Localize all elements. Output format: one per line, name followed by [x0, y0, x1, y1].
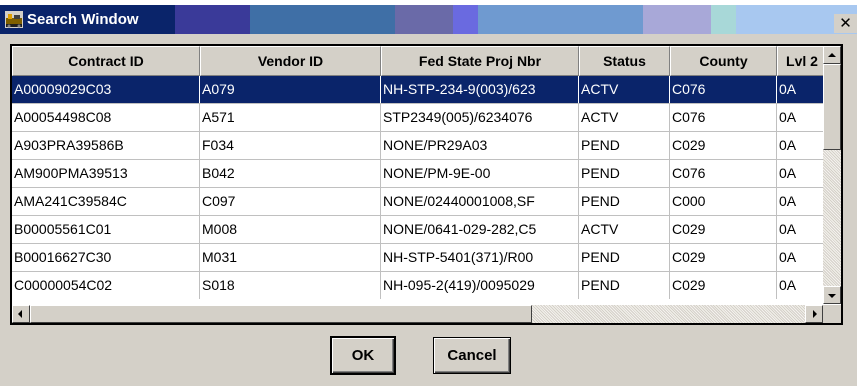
table-cell: ACTV [579, 216, 670, 243]
grid-viewport: Contract ID Vendor ID Fed State Proj Nbr St… [12, 46, 841, 323]
close-icon: ✕ [839, 14, 852, 32]
table-cell: NONE/PR29A03 [381, 132, 579, 159]
table-cell: S018 [200, 272, 381, 299]
table-cell: F034 [200, 132, 381, 159]
table-cell: NONE/PM-9E-00 [381, 160, 579, 187]
table-cell: PEND [579, 160, 670, 187]
table-cell: ACTV [579, 76, 670, 103]
arrow-right-icon [813, 310, 817, 318]
table-cell: C00000054C02 [12, 272, 200, 299]
title-bar-gradient [643, 5, 711, 34]
table-cell: NH-STP-5401(371)/R00 [381, 244, 579, 271]
title-bar[interactable]: Search Window ✕ [0, 5, 857, 34]
title-bar-gradient [453, 5, 478, 34]
table-row[interactable]: B00016627C30 M031 NH-STP-5401(371)/R00 PEND… [12, 244, 841, 272]
window-title: Search Window [27, 11, 139, 28]
table-cell: A00054498C08 [12, 104, 200, 131]
table-cell: A903PRA39586B [12, 132, 200, 159]
table-cell: A571 [200, 104, 381, 131]
table-cell: NONE/0641-029-282,C5 [381, 216, 579, 243]
table-cell: C029 [670, 272, 777, 299]
table-cell: C076 [670, 160, 777, 187]
title-bar-gradient [250, 5, 395, 34]
grid-header: Contract ID Vendor ID Fed State Proj Nbr St… [12, 46, 841, 76]
table-row[interactable]: A00009029C03 A079 NH-STP-234-9(003)/623 ACT… [12, 76, 841, 104]
table-cell: M008 [200, 216, 381, 243]
arrow-left-icon [18, 310, 22, 318]
scroll-down-button[interactable] [823, 286, 841, 304]
table-cell: 0A [777, 132, 827, 159]
column-header[interactable]: County [670, 46, 777, 76]
title-bar-gradient [175, 5, 250, 34]
table-cell: M031 [200, 244, 381, 271]
table-cell: ACTV [579, 104, 670, 131]
column-header[interactable]: Vendor ID [200, 46, 381, 76]
arrow-down-icon [828, 294, 836, 298]
table-cell: C076 [670, 104, 777, 131]
table-cell: 0A [777, 216, 827, 243]
table-row[interactable]: AM900PMA39513 B042 NONE/PM-9E-00 PEND C076 0A [12, 160, 841, 188]
arrow-up-icon [828, 53, 836, 57]
table-row[interactable]: AMA241C39584C C097 NONE/02440001008,SF PEND… [12, 188, 841, 216]
vertical-scrollbar[interactable] [823, 46, 841, 304]
table-cell: NH-STP-234-9(003)/623 [381, 76, 579, 103]
table-cell: C076 [670, 76, 777, 103]
scroll-left-button[interactable] [12, 305, 30, 323]
table-cell: 0A [777, 76, 827, 103]
table-cell: C029 [670, 244, 777, 271]
column-header[interactable]: Fed State Proj Nbr [381, 46, 579, 76]
table-cell: PEND [579, 244, 670, 271]
table-cell: C000 [670, 188, 777, 215]
table-cell: 0A [777, 188, 827, 215]
table-cell: STP2349(005)/6234076 [381, 104, 579, 131]
table-cell: 0A [777, 160, 827, 187]
table-cell: A079 [200, 76, 381, 103]
table-cell: 0A [777, 244, 827, 271]
column-header[interactable]: Status [579, 46, 670, 76]
horizontal-scroll-thumb[interactable] [30, 305, 532, 323]
scroll-right-button[interactable] [805, 305, 823, 323]
close-button[interactable]: ✕ [834, 14, 857, 33]
table-row[interactable]: C00000054C02 S018 NH-095-2(419)/0095029 PEN… [12, 272, 841, 299]
search-window: Search Window ✕ Contract ID Vendor ID Fed … [0, 5, 857, 386]
column-header[interactable]: Lvl 2 [777, 46, 827, 76]
ok-button[interactable]: OK [330, 336, 396, 375]
table-cell: NONE/02440001008,SF [381, 188, 579, 215]
title-bar-gradient [711, 5, 736, 34]
title-bar-gradient [395, 5, 453, 34]
table-cell: B042 [200, 160, 381, 187]
table-row[interactable]: A00054498C08 A571 STP2349(005)/6234076 ACTV… [12, 104, 841, 132]
app-icon [5, 11, 23, 28]
table-cell: C029 [670, 132, 777, 159]
grid-rows: A00009029C03 A079 NH-STP-234-9(003)/623 ACT… [12, 76, 841, 299]
results-grid: Contract ID Vendor ID Fed State Proj Nbr St… [10, 44, 843, 325]
horizontal-scrollbar[interactable] [12, 305, 841, 323]
table-cell: PEND [579, 272, 670, 299]
table-cell: B00016627C30 [12, 244, 200, 271]
table-cell: 0A [777, 104, 827, 131]
cancel-button[interactable]: Cancel [433, 337, 511, 374]
column-header[interactable]: Contract ID [12, 46, 200, 76]
table-cell: PEND [579, 132, 670, 159]
scroll-up-button[interactable] [823, 46, 841, 64]
table-cell: PEND [579, 188, 670, 215]
table-cell: C029 [670, 216, 777, 243]
table-cell: C097 [200, 188, 381, 215]
table-row[interactable]: A903PRA39586B F034 NONE/PR29A03 PEND C029 0A [12, 132, 841, 160]
table-row[interactable]: B00005561C01 M008 NONE/0641-029-282,C5 ACTV… [12, 216, 841, 244]
table-cell: AMA241C39584C [12, 188, 200, 215]
scroll-corner [823, 305, 841, 323]
title-bar-gradient [478, 5, 643, 34]
table-cell: 0A [777, 272, 827, 299]
table-cell: NH-095-2(419)/0095029 [381, 272, 579, 299]
table-cell: B00005561C01 [12, 216, 200, 243]
vertical-scroll-thumb[interactable] [823, 64, 841, 150]
table-cell: A00009029C03 [12, 76, 200, 103]
table-cell: AM900PMA39513 [12, 160, 200, 187]
